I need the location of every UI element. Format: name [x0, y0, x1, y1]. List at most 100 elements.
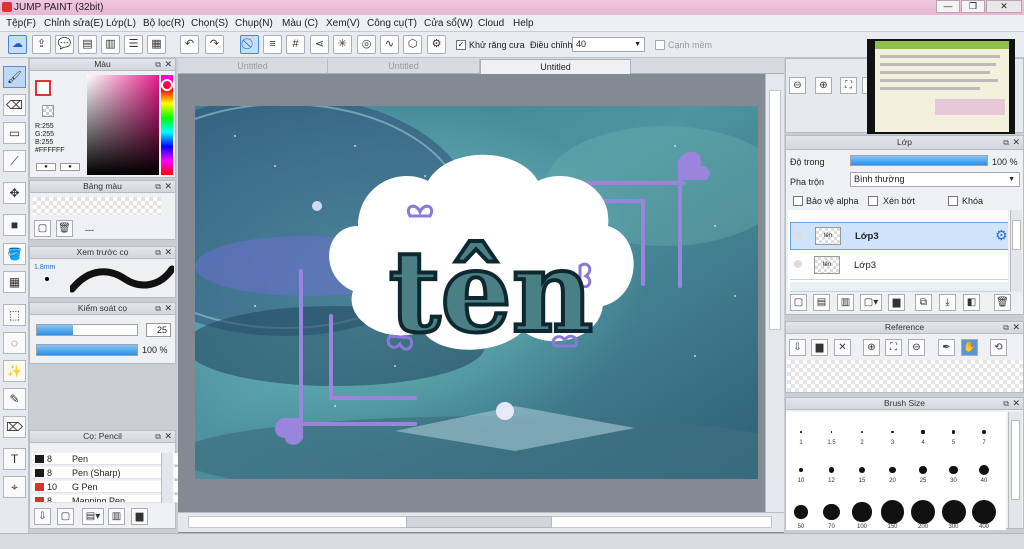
page-icon[interactable]: ▥: [101, 35, 120, 54]
folder-icon[interactable]: ▆: [131, 508, 148, 525]
brush-size-scrollbar[interactable]: [1008, 412, 1022, 528]
new-palette-icon[interactable]: ▢: [34, 220, 51, 237]
tab-untitled-3[interactable]: Untitled: [480, 59, 631, 74]
vanishing-point-icon[interactable]: ⋖: [310, 35, 329, 54]
brush-size-slider[interactable]: [36, 324, 138, 336]
brush-size-dot[interactable]: [860, 430, 864, 434]
zoom-out-icon[interactable]: ⊖: [789, 77, 806, 94]
comment-icon[interactable]: 💬: [55, 35, 74, 54]
grid-snap-icon[interactable]: #: [286, 35, 305, 54]
eye-icon[interactable]: [794, 260, 802, 268]
duplicate-layer-icon[interactable]: ⧉: [915, 294, 932, 311]
maximize-button[interactable]: ❐: [961, 0, 985, 13]
brush-size-dot[interactable]: [941, 500, 966, 524]
rect-select-tool-icon[interactable]: ▭: [3, 122, 26, 144]
brush-size-dot[interactable]: [919, 466, 927, 474]
fit-view-icon[interactable]: ⛶: [840, 77, 857, 94]
zoom-out-icon[interactable]: ⊖: [908, 339, 925, 356]
soft-edge-checkbox[interactable]: [655, 40, 665, 50]
tab-untitled-2[interactable]: Untitled: [328, 59, 480, 74]
close-icon[interactable]: ✕: [164, 303, 172, 314]
menu-file[interactable]: Tệp(F): [6, 18, 36, 29]
reference-canvas[interactable]: [787, 360, 1023, 392]
bucket-tool-icon[interactable]: 🪣: [3, 243, 26, 265]
fit-icon[interactable]: ⛶: [885, 339, 902, 356]
zoom-in-icon[interactable]: ⊕: [863, 339, 880, 356]
hue-handle[interactable]: [161, 79, 173, 91]
brush-size-dot[interactable]: [798, 467, 804, 473]
blend-mode-select[interactable]: Bình thường ▼: [850, 172, 1020, 187]
menu-window[interactable]: Cửa sổ(W): [424, 18, 473, 29]
clip-checkbox[interactable]: [868, 196, 878, 206]
menu-edit[interactable]: Chỉnh sửa(E): [44, 18, 104, 29]
layer-row-partial[interactable]: [790, 282, 1008, 292]
brush-size-dot[interactable]: [880, 500, 905, 524]
layer-opacity-slider[interactable]: [850, 155, 988, 166]
undo-icon[interactable]: ↶: [180, 35, 199, 54]
close-button[interactable]: ✕: [986, 0, 1022, 13]
menu-filter[interactable]: Bộ lọc(R): [143, 18, 185, 29]
close-icon[interactable]: ✕: [164, 431, 172, 442]
menu-select[interactable]: Chọn(S): [191, 18, 228, 29]
close-icon[interactable]: ✕: [1012, 322, 1020, 333]
trash-icon[interactable]: 🗑: [994, 294, 1011, 311]
close-icon[interactable]: ✕: [164, 181, 172, 192]
vertical-scroll-thumb[interactable]: [769, 90, 781, 330]
menu-capture[interactable]: Chụp(N): [235, 18, 273, 29]
magic-wand-tool-icon[interactable]: ✨: [3, 360, 26, 382]
adjust-select[interactable]: 40 ▼: [572, 37, 645, 52]
brush-tool-icon[interactable]: 🖌: [3, 66, 26, 88]
brush-size-dot[interactable]: [823, 503, 840, 521]
trash-icon[interactable]: 🗑: [56, 220, 73, 237]
palette-area[interactable]: [33, 197, 161, 215]
brush-list-scrollbar[interactable]: [161, 453, 173, 503]
list-icon[interactable]: ☰: [124, 35, 143, 54]
grid-settings-icon[interactable]: ▦: [147, 35, 166, 54]
layer-list-scrollbar[interactable]: [1010, 210, 1022, 292]
menu-tools[interactable]: Công cụ(T): [367, 18, 417, 29]
minimize-button[interactable]: —: [936, 0, 960, 13]
brush-size-input[interactable]: 25: [146, 323, 171, 337]
hand-icon[interactable]: ✋: [961, 339, 978, 356]
merge-layer-icon[interactable]: ⤓: [939, 294, 956, 311]
rotate-icon[interactable]: ⟲: [990, 339, 1007, 356]
close-icon[interactable]: ✕: [1012, 398, 1020, 409]
text-tool-icon[interactable]: T: [3, 448, 26, 470]
brush-size-dot[interactable]: [800, 431, 802, 433]
horizontal-scroll-thumb[interactable]: [406, 516, 552, 528]
redo-icon[interactable]: ↷: [205, 35, 224, 54]
transparent-color-swatch[interactable]: [42, 105, 54, 117]
close-icon[interactable]: ✕: [1012, 136, 1020, 149]
brush-menu-icon[interactable]: ▤▾: [82, 508, 104, 525]
cloud-icon[interactable]: ☁: [8, 35, 27, 54]
menu-help[interactable]: Help: [513, 18, 534, 29]
new-vector-layer-icon[interactable]: ▤: [813, 294, 830, 311]
brush-size-dot[interactable]: [911, 500, 935, 524]
brush-size-dot[interactable]: [830, 431, 833, 433]
brush-size-dot[interactable]: [972, 500, 996, 524]
color-swap-button[interactable]: ●: [60, 163, 80, 171]
close-icon[interactable]: ✕: [164, 59, 172, 70]
select-pen-tool-icon[interactable]: ✎: [3, 388, 26, 410]
brush-size-dot[interactable]: [889, 466, 896, 474]
new-layer-icon[interactable]: ▢: [790, 294, 807, 311]
foreground-color-swatch[interactable]: [35, 80, 51, 96]
line-tool-icon[interactable]: ⟋: [3, 150, 26, 172]
layer-type-menu-icon[interactable]: ▢▾: [860, 294, 882, 311]
brush-size-dot[interactable]: [794, 505, 808, 519]
eye-icon[interactable]: [795, 231, 803, 239]
brush-size-dot[interactable]: [858, 466, 865, 473]
brush-settings-icon[interactable]: ▥: [108, 508, 125, 525]
brush-size-dot[interactable]: [921, 430, 925, 434]
navigator-thumbnail[interactable]: [867, 39, 1015, 134]
close-icon[interactable]: ✕: [164, 247, 172, 258]
fill-rect-tool-icon[interactable]: ■: [3, 214, 26, 236]
gear-icon[interactable]: ⚙: [995, 227, 1008, 244]
upload-icon[interactable]: ⇪: [32, 35, 51, 54]
snap-off-icon[interactable]: ⃠: [240, 35, 259, 54]
concentric-icon[interactable]: ◎: [357, 35, 376, 54]
cloud-download-icon[interactable]: ⇩: [789, 339, 806, 356]
cloud-download-icon[interactable]: ⇩: [34, 508, 51, 525]
eraser-tool-icon[interactable]: ⌫: [3, 94, 26, 116]
message-icon[interactable]: ▤: [78, 35, 97, 54]
